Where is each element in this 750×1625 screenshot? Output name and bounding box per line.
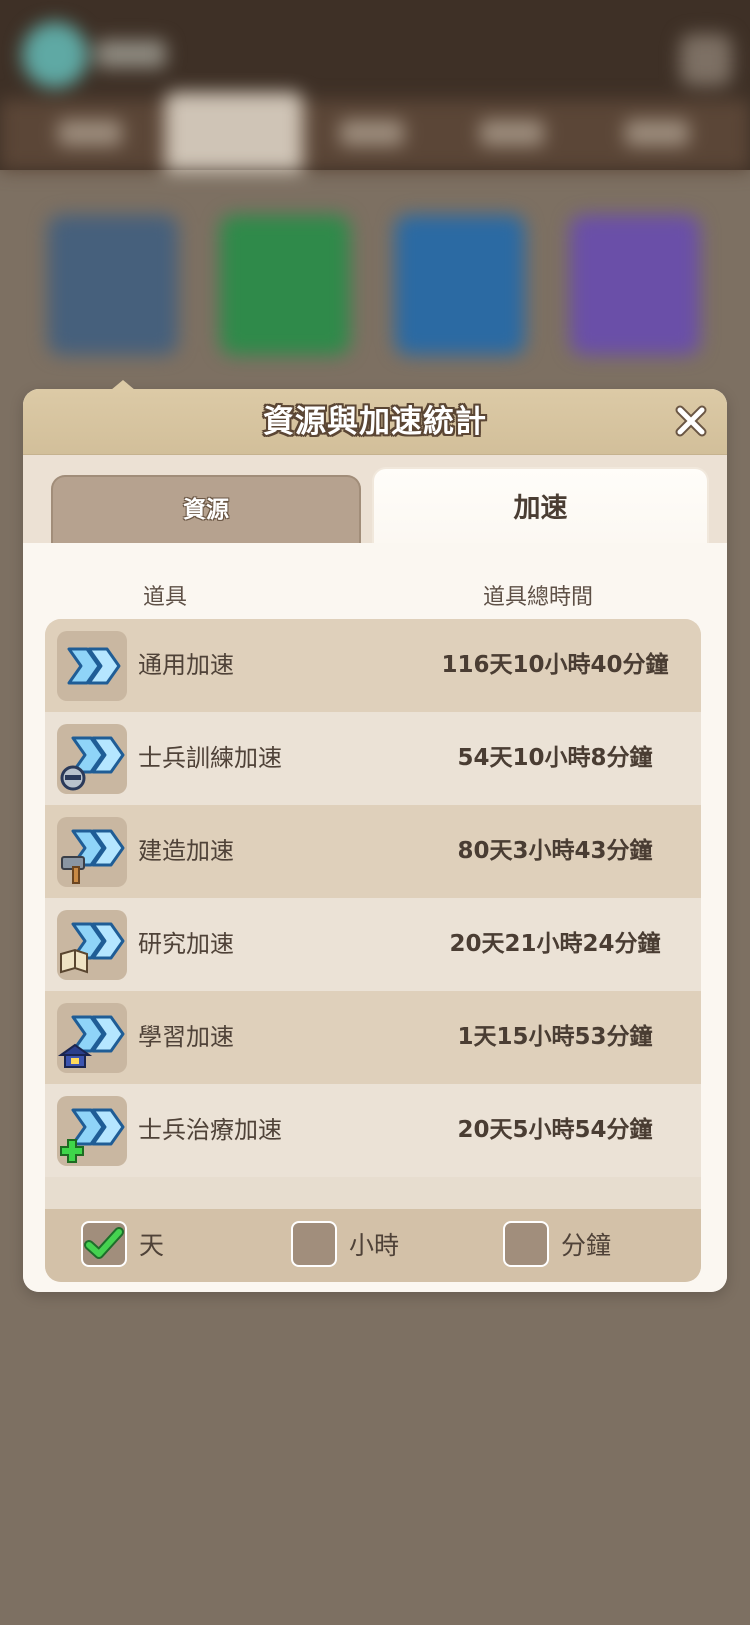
gear-icon — [680, 34, 732, 86]
checkbox-hours-label: 小時 — [349, 1231, 400, 1260]
list-item[interactable]: 學習加速 1天15小時53分鐘 — [45, 991, 701, 1084]
row-item-name: 學習加速 — [138, 1023, 234, 1051]
list-item[interactable]: 建造加速 80天3小時43分鐘 — [45, 805, 701, 898]
speedup-general-icon — [57, 631, 127, 701]
row-item-name: 通用加速 — [138, 651, 234, 679]
row-total-time: 20天21小時24分鐘 — [449, 931, 661, 957]
close-button[interactable] — [673, 403, 709, 439]
row-item-name: 士兵治療加速 — [138, 1116, 282, 1144]
checkbox-minutes[interactable] — [503, 1221, 549, 1267]
row-total-time: 1天15小時53分鐘 — [457, 1024, 653, 1050]
dialog-pointer — [111, 380, 135, 390]
row-total-time: 54天10小時8分鐘 — [457, 745, 653, 771]
column-header-item: 道具 — [142, 585, 187, 610]
checkbox-days[interactable] — [81, 1221, 127, 1267]
dialog-title: 資源與加速統計 — [263, 404, 487, 440]
list-item[interactable]: 士兵訓練加速 54天10小時8分鐘 — [45, 712, 701, 805]
checkbox-days-label: 天 — [139, 1231, 165, 1260]
speedup-research-icon — [57, 910, 127, 980]
row-item-name: 建造加速 — [138, 837, 234, 865]
list-item[interactable]: 研究加速 20天21小時24分鐘 — [45, 898, 701, 991]
row-total-time: 116天10小時40分鐘 — [441, 652, 669, 678]
list-item[interactable]: 士兵治療加速 20天5小時54分鐘 — [45, 1084, 701, 1177]
unit-filter-bar: 天 小時 分鐘 — [45, 1209, 701, 1282]
tab-speedup-label: 加速 — [513, 493, 568, 524]
list-item[interactable]: 通用加速 116天10小時40分鐘 — [45, 619, 701, 712]
row-total-time: 20天5小時54分鐘 — [457, 1117, 653, 1143]
speedup-stats-dialog: 資源與加速統計 資源 加速 道具 道具總時間 通用加速 116天10小時40分鐘… — [23, 389, 727, 1292]
checkmark-icon — [84, 1227, 124, 1259]
avatar — [22, 22, 88, 88]
speedup-learning-icon — [57, 1003, 127, 1073]
close-icon — [675, 405, 707, 437]
row-item-name: 士兵訓練加速 — [138, 744, 282, 772]
column-header-total-time: 道具總時間 — [482, 585, 593, 610]
speedup-list: 通用加速 116天10小時40分鐘 士兵訓練加速 54天10小時8分鐘 建造加速… — [45, 619, 701, 1282]
dialog-header: 資源與加速統計 — [23, 389, 727, 455]
speedup-panel: 道具 道具總時間 通用加速 116天10小時40分鐘 士兵訓練加速 54天10小… — [23, 543, 727, 1292]
speedup-training-icon — [57, 724, 127, 794]
row-item-name: 研究加速 — [138, 930, 234, 958]
row-total-time: 80天3小時43分鐘 — [457, 838, 653, 864]
speedup-building-icon — [57, 817, 127, 887]
tab-resources-label: 資源 — [183, 497, 229, 523]
speedup-healing-icon — [57, 1096, 127, 1166]
checkbox-hours[interactable] — [291, 1221, 337, 1267]
checkbox-minutes-label: 分鐘 — [561, 1231, 612, 1260]
